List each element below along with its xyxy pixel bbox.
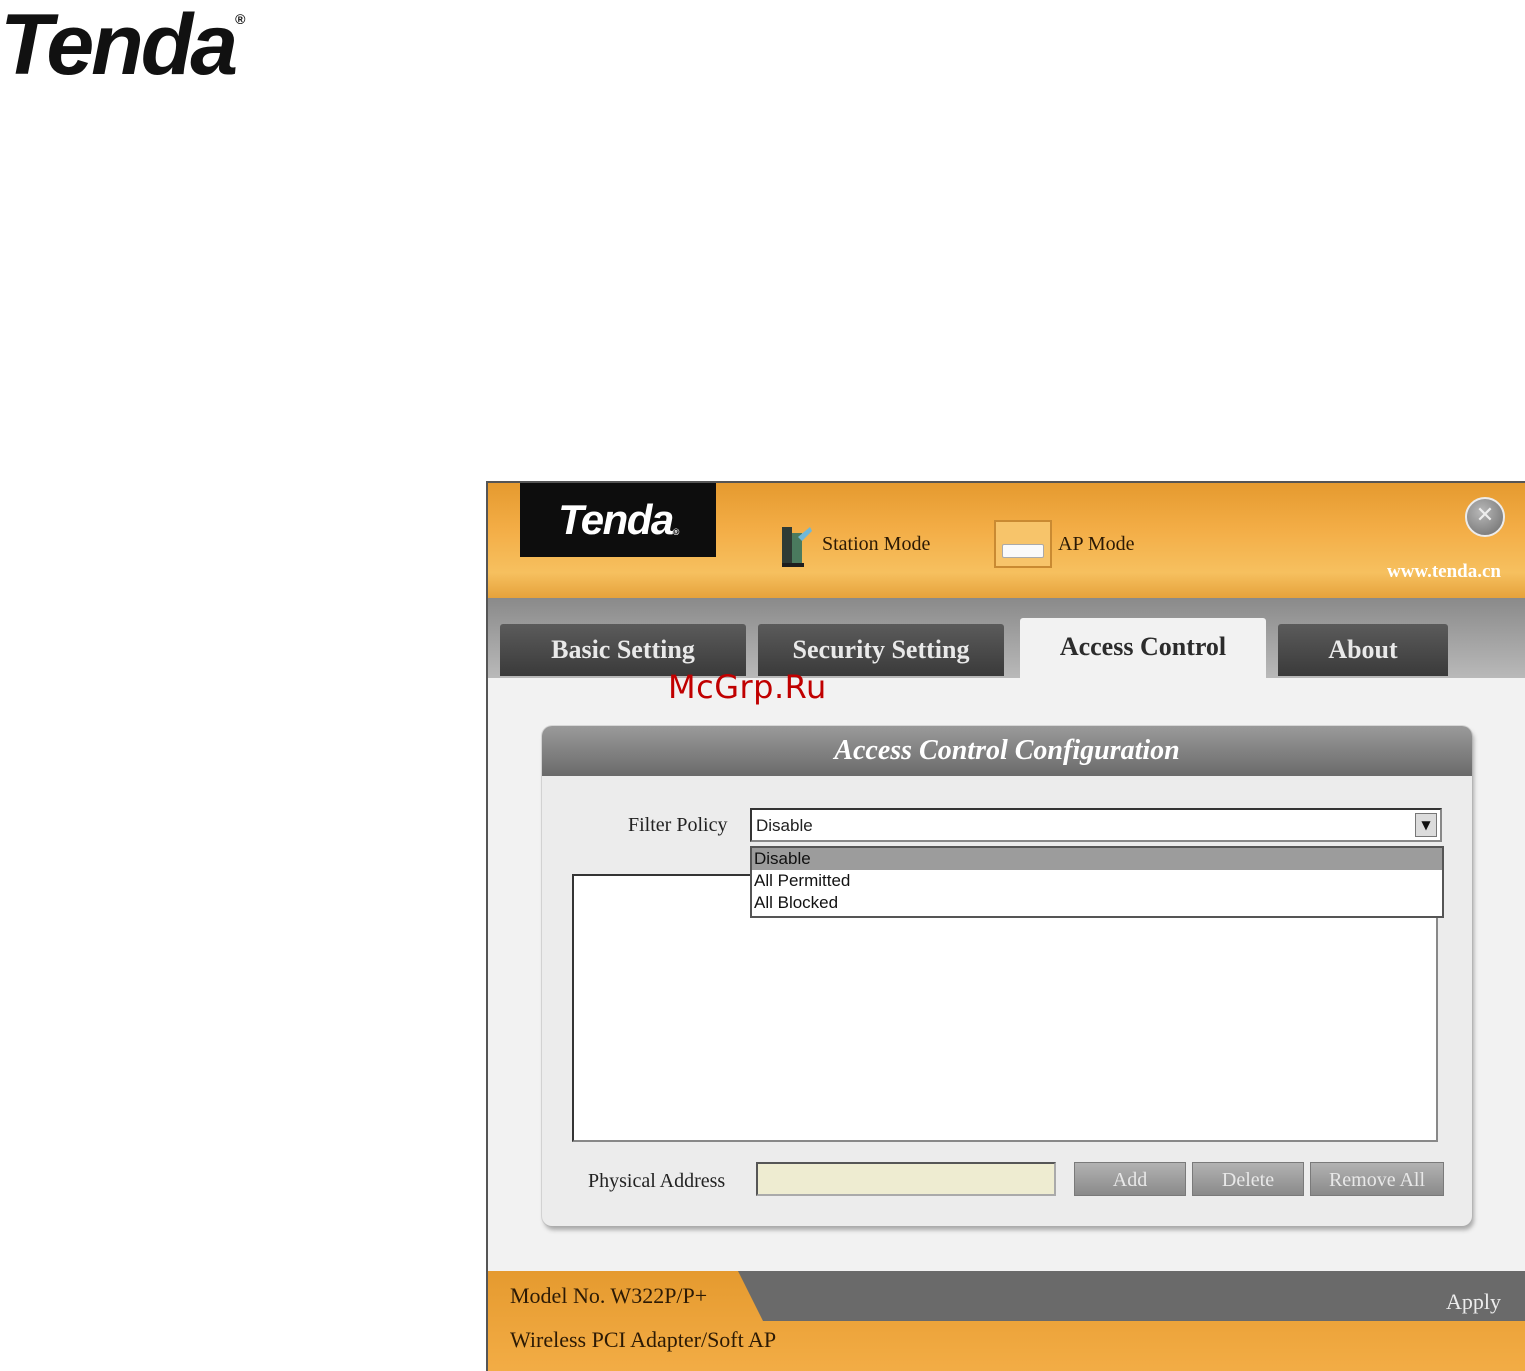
delete-button[interactable]: Delete [1192, 1162, 1304, 1196]
filter-policy-label: Filter Policy [628, 814, 728, 836]
website-url[interactable]: www.tenda.cn [1387, 561, 1501, 583]
option-disable[interactable]: Disable [752, 848, 1442, 870]
option-all-blocked[interactable]: All Blocked [752, 892, 1442, 914]
physical-address-input[interactable] [756, 1162, 1056, 1196]
chevron-down-icon[interactable]: ▼ [1415, 813, 1437, 837]
watermark: McGrp.Ru [668, 668, 827, 706]
tab-access-control[interactable]: Access Control [1020, 618, 1266, 678]
panel-title: Access Control Configuration [834, 735, 1180, 766]
add-button[interactable]: Add [1074, 1162, 1186, 1196]
header-logo: Tenda® [520, 483, 716, 557]
filter-policy-dropdown: Disable All Permitted All Blocked [750, 846, 1444, 918]
station-mode-button[interactable]: Station Mode [778, 519, 930, 569]
ap-mode-label: AP Mode [1058, 532, 1135, 555]
product-description: Wireless PCI Adapter/Soft AP [510, 1327, 777, 1352]
tab-about[interactable]: About [1278, 624, 1448, 676]
ap-mode-icon [994, 520, 1052, 568]
registered-mark: ® [235, 11, 246, 27]
page-logo-text: Tenda [0, 0, 238, 93]
option-all-permitted[interactable]: All Permitted [752, 870, 1442, 892]
model-number: Model No. W322P/P+ [510, 1283, 708, 1308]
access-control-panel: Access Control Configuration Filter Poli… [542, 726, 1472, 1226]
page-logo: Tenda® [0, 2, 245, 88]
filter-policy-select[interactable]: Disable ▼ [750, 808, 1442, 842]
station-mode-label: Station Mode [822, 532, 931, 555]
remove-all-button[interactable]: Remove All [1310, 1162, 1444, 1196]
panel-header: Access Control Configuration [542, 726, 1472, 776]
header-logo-text: Tenda [558, 496, 674, 543]
header-registered-mark: ® [672, 527, 680, 537]
station-mode-icon [782, 527, 812, 567]
tab-bar: Basic Setting Security Setting Access Co… [488, 598, 1525, 678]
app-window: Tenda® Station Mode AP Mode ✕ www.tenda.… [486, 481, 1525, 1371]
window-header: Tenda® Station Mode AP Mode ✕ www.tenda.… [488, 483, 1525, 598]
ap-mode-button[interactable]: AP Mode [994, 519, 1134, 569]
filter-policy-value: Disable [756, 816, 813, 835]
apply-button[interactable]: Apply [1446, 1289, 1501, 1315]
physical-address-label: Physical Address [588, 1170, 726, 1192]
status-footer: Model No. W322P/P+ Wireless PCI Adapter/… [488, 1271, 1525, 1371]
close-icon[interactable]: ✕ [1465, 497, 1505, 537]
